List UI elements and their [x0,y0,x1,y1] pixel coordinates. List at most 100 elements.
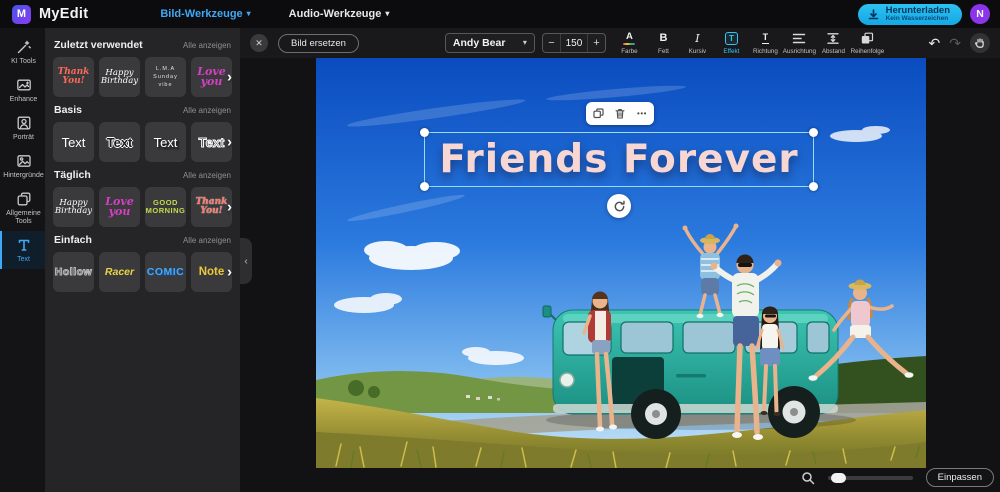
sidebar-item-text[interactable]: Text [0,231,45,270]
text-style-tile[interactable]: Happy Birthday [99,57,140,97]
tool-richtung[interactable]: T Richtung [752,32,779,55]
avatar-initial: N [976,8,984,20]
tool-fett[interactable]: B Fett [650,32,677,55]
resize-handle-top-right[interactable] [809,128,818,137]
general-tools-icon [17,192,30,206]
resize-handle-bottom-left[interactable] [420,182,429,191]
text-style-tile[interactable]: Thank You! [53,57,94,97]
tile-row: Happy Birthday Love you GOOD MORNING Tha… [53,187,232,227]
show-all-link[interactable]: Alle anzeigen [183,171,231,180]
duplicate-button[interactable] [589,105,607,122]
tile-label: Text [153,134,178,150]
chevron-right-icon[interactable]: › [227,199,232,216]
photo-enhance-icon [16,79,31,91]
sidebar-item-enhance[interactable]: Enhance [0,72,45,110]
canvas-text[interactable]: Friends Forever [425,133,813,186]
glyph: I [695,32,700,45]
show-all-link[interactable]: Alle anzeigen [183,236,231,245]
text-style-tile[interactable]: Love you [99,187,140,227]
text-style-tile[interactable]: Racer [99,252,140,292]
text-style-tile[interactable]: Happy Birthday [53,187,94,227]
text-style-tile[interactable]: Love you › [191,57,232,97]
nav-label: Audio-Werkzeuge [288,8,382,20]
text-style-tile[interactable]: Hollow [53,252,94,292]
tool-kursiv[interactable]: I Kursiv [684,32,711,55]
text-style-tile[interactable]: GOOD MORNING [145,187,186,227]
myedit-logo-icon[interactable]: M [12,4,31,24]
tile-label: Note [198,266,225,278]
text-style-tile[interactable]: Thank You! › [191,187,232,227]
text-style-tile[interactable]: Text [99,122,140,162]
section-header: Basis Alle anzeigen [54,104,231,116]
replace-image-button[interactable]: Bild ersetzen [278,33,359,53]
text-style-tile[interactable]: Text [53,122,94,162]
sidebar-item-label: Allgemeine Tools [6,210,41,225]
chevron-right-icon[interactable]: › [227,134,232,151]
text-style-tile[interactable]: Note › [191,252,232,292]
chevron-down-icon: ▾ [246,9,251,18]
show-all-link[interactable]: Alle anzeigen [183,41,231,50]
nav-bild-werkzeuge[interactable]: Bild-Werkzeuge ▾ [160,8,250,20]
more-options-button[interactable]: ••• [633,105,651,122]
tile-label: Happy Birthday [100,67,139,86]
canvas-image[interactable]: Friends Forever ••• [316,58,926,468]
text-style-tile[interactable]: Text [145,122,186,162]
rotate-handle[interactable] [607,194,631,218]
pan-hand-button[interactable] [970,33,990,53]
undo-icon[interactable]: ↶ [929,36,941,50]
avatar[interactable]: N [970,4,990,24]
text-direction-icon: T [761,32,770,46]
close-button[interactable]: ✕ [250,34,268,52]
tile-row: Hollow Racer COMIC Note › [53,252,232,292]
panel-collapse-tab[interactable]: ‹ [240,238,252,284]
font-family-select[interactable]: Andy Bear ▾ [444,33,535,53]
glyph: B [659,32,668,44]
chevron-right-icon[interactable]: › [227,69,232,86]
text-style-tile[interactable]: L.M.A Sunday vibe [145,57,186,97]
text-selection-box[interactable]: Friends Forever [420,128,818,191]
sidebar-item-ki-tools[interactable]: KI Tools [0,34,45,72]
tile-label: Racer [104,266,135,278]
tool-farbe[interactable]: A Farbe [616,32,643,55]
tile-label: Love you [197,65,226,88]
hand-icon [975,38,984,48]
text-style-tile[interactable]: Text › [191,122,232,162]
bold-icon: B [659,32,667,46]
canvas-toolbar: ✕ Bild ersetzen Andy Bear ▾ − 150 + A Fa… [240,28,1000,58]
fit-to-screen-button[interactable]: Einpassen [925,468,994,487]
tile-row: Text Text Text Text › [53,122,232,162]
glyph: T [728,34,734,43]
tool-ausrichtung[interactable]: Ausrichtung [783,32,816,55]
section-title: Einfach [54,234,92,246]
nav-audio-werkzeuge[interactable]: Audio-Werkzeuge ▾ [289,8,390,20]
sidebar-item-hintergruende[interactable]: Hintergründe [0,148,45,186]
tool-effekt[interactable]: T Effekt [718,32,745,55]
tile-label: Text [61,134,86,150]
text-style-tile[interactable]: COMIC [145,252,186,292]
tool-label: Reihenfolge [850,47,885,55]
decrease-font-size-button[interactable]: − [543,34,560,52]
download-button[interactable]: Herunterladen Kein Wasserzeichen [857,3,962,25]
tool-reihenfolge[interactable]: Reihenfolge [851,32,884,55]
redo-icon[interactable]: ↷ [949,36,961,50]
section-header: Zuletzt verwendet Alle anzeigen [54,39,231,51]
tool-abstand[interactable]: Abstand [820,32,847,55]
sidebar-item-allgemeine-tools[interactable]: Allgemeine Tools [0,186,45,231]
resize-handle-bottom-right[interactable] [809,182,818,191]
increase-font-size-button[interactable]: + [588,34,605,52]
chevron-right-icon[interactable]: › [227,264,232,281]
chevron-left-icon: ‹ [244,255,248,267]
tile-label: Text [198,134,225,150]
sidebar-item-portraet[interactable]: Porträt [0,110,45,148]
zoom-slider[interactable] [827,472,913,483]
delete-button[interactable] [611,105,629,122]
show-all-link[interactable]: Alle anzeigen [183,106,231,115]
section-header: Einfach Alle anzeigen [54,234,231,246]
magnifier-icon[interactable] [801,471,815,485]
tile-row: Thank You! Happy Birthday L.M.A Sunday v… [53,57,232,97]
glyph: T [761,32,770,44]
zoom-slider-thumb[interactable] [830,472,846,483]
tool-label: Fett [657,47,669,55]
text-align-icon [792,32,806,46]
resize-handle-top-left[interactable] [420,128,429,137]
